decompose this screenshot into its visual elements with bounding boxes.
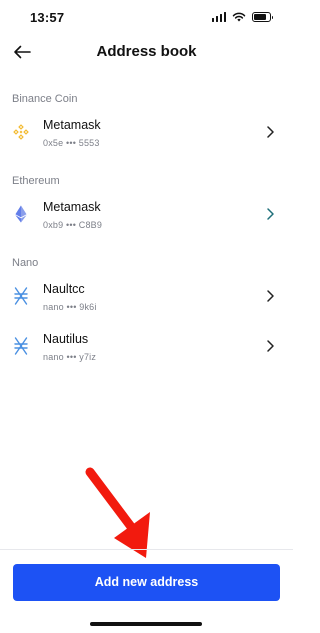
section-label-nano: Nano	[12, 257, 39, 269]
status-icons	[211, 12, 273, 22]
add-new-address-button[interactable]: Add new address	[13, 564, 280, 601]
signal-icon	[211, 12, 226, 22]
chevron-right-icon	[267, 290, 274, 302]
nano-icon	[12, 287, 30, 305]
section-label-ethereum: Ethereum	[12, 175, 60, 187]
battery-icon	[252, 12, 273, 22]
address-row-binance-metamask[interactable]: Metamask 0x5e ••• 5553	[0, 108, 293, 158]
address-value: nano ••• y7iz	[43, 352, 97, 362]
home-indicator	[90, 622, 202, 626]
nano-icon	[12, 337, 30, 355]
address-value: 0x5e ••• 5553	[43, 138, 100, 148]
address-row-nano-nautilus[interactable]: Nautilus nano ••• y7iz	[0, 322, 293, 372]
ethereum-icon	[12, 205, 30, 223]
address-name: Metamask	[43, 118, 101, 132]
address-name: Naultcc	[43, 282, 85, 296]
address-list: Binance Coin Metamask 0x5e ••• 5553 Ethe…	[0, 90, 293, 372]
binance-coin-icon	[12, 123, 30, 141]
address-name: Nautilus	[43, 332, 89, 346]
chevron-right-icon	[267, 126, 274, 138]
chevron-right-icon	[267, 340, 274, 352]
address-row-ethereum-metamask[interactable]: Metamask 0xb9 ••• C8B9	[0, 190, 293, 240]
status-time: 13:57	[30, 10, 65, 25]
header: Address book	[0, 38, 293, 68]
bottom-divider	[0, 549, 293, 550]
wifi-icon	[232, 12, 246, 22]
section-label-binance-coin: Binance Coin	[12, 93, 78, 105]
address-name: Metamask	[43, 200, 101, 214]
address-value: nano ••• 9k6i	[43, 302, 97, 312]
red-arrow-icon	[85, 467, 150, 558]
address-value: 0xb9 ••• C8B9	[43, 220, 103, 230]
status-bar: 13:57	[0, 0, 293, 38]
page-title: Address book	[96, 43, 197, 60]
address-row-nano-naultcc[interactable]: Naultcc nano ••• 9k6i	[0, 272, 293, 322]
address-book-screen: 13:57 Address book Binance Coin Metamask…	[0, 0, 293, 633]
chevron-right-icon	[267, 208, 274, 220]
